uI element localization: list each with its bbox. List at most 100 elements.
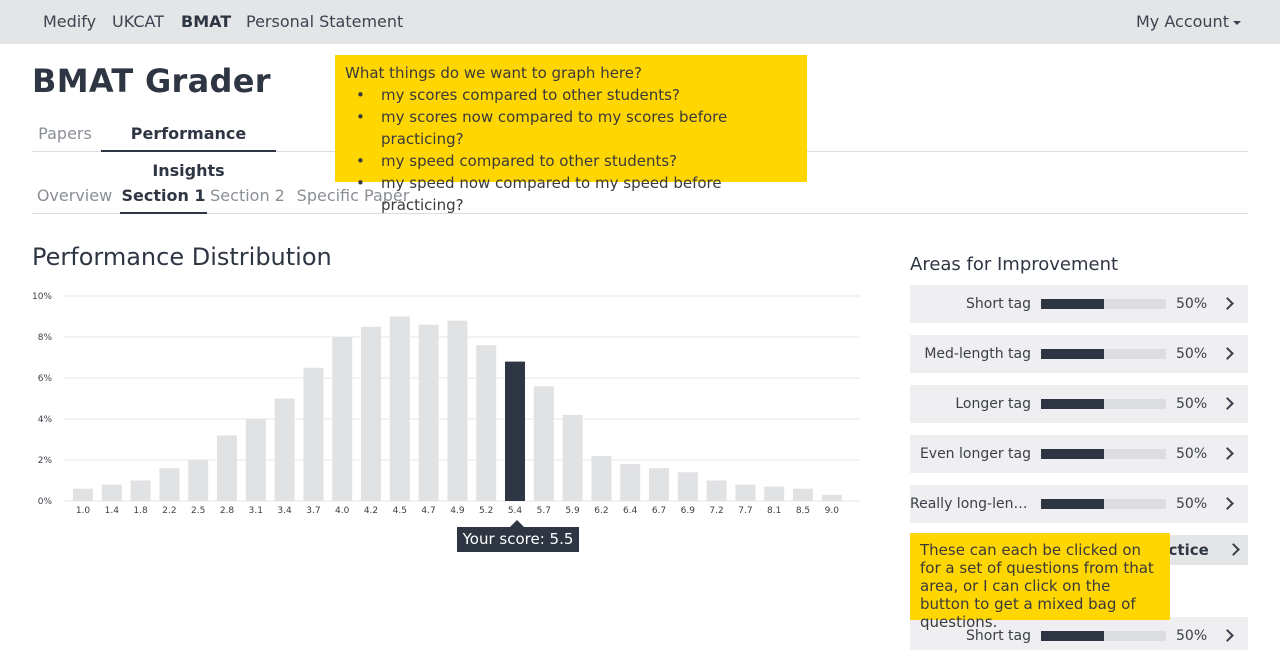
x-tick-label: 3.7: [306, 506, 320, 516]
area-label: Med-length tag: [924, 346, 1031, 362]
chevron-right-icon: [1221, 447, 1234, 460]
x-tick-label: 4.2: [364, 506, 378, 516]
x-tick-label: 4.5: [393, 506, 407, 516]
bar[interactable]: [735, 484, 756, 501]
bar[interactable]: [821, 494, 842, 501]
area-percent: 50%: [1176, 346, 1208, 362]
chevron-right-icon: [1221, 297, 1234, 310]
page-title: BMAT Grader: [32, 62, 271, 100]
bar[interactable]: [562, 414, 583, 501]
x-tick-label: 6.7: [652, 506, 666, 516]
nav-personal-statement[interactable]: Personal Statement: [246, 0, 403, 44]
area-progress-track: [1041, 449, 1166, 459]
area-percent: 50%: [1176, 496, 1208, 512]
chevron-right-icon: [1221, 347, 1234, 360]
area-item-really-long-tag[interactable]: Really long-length tag 50%: [910, 485, 1248, 523]
bar[interactable]: [476, 345, 497, 501]
bar[interactable]: [217, 435, 237, 501]
nav-ukcat[interactable]: UKCAT: [112, 0, 164, 44]
tab-section-2[interactable]: Section 2: [209, 177, 286, 214]
bar[interactable]: [706, 480, 727, 502]
tab-performance-insights[interactable]: Performance Insights: [101, 115, 276, 180]
area-percent: 50%: [1176, 628, 1208, 644]
x-tick-label: 8.1: [767, 506, 781, 516]
note-item: my speed now compared to my speed before…: [345, 172, 797, 216]
area-item-short-tag[interactable]: Short tag 50%: [910, 285, 1248, 323]
area-progress-track: [1041, 299, 1166, 309]
tab-section-1[interactable]: Section 1: [120, 177, 207, 214]
bar[interactable]: [533, 386, 554, 501]
x-tick-label: 1.4: [105, 506, 120, 516]
chevron-right-icon: [1221, 629, 1234, 642]
my-account-menu[interactable]: My Account: [1136, 0, 1241, 44]
bar[interactable]: [620, 464, 641, 501]
area-progress-fill: [1041, 399, 1104, 409]
area-progress-track: [1041, 399, 1166, 409]
area-progress-fill: [1041, 349, 1104, 359]
x-tick-label: 3.1: [249, 506, 263, 516]
tab-papers[interactable]: Papers: [32, 115, 98, 152]
area-progress-fill: [1041, 299, 1104, 309]
area-label: Short tag: [966, 296, 1031, 312]
performance-distribution-chart: 0% 2% 4% 6% 8% 10% 1.0 1.4 1.8 2.2 2.5 2.8 3.1 3.4 3.7…: [30, 286, 862, 522]
areas-for-improvement-title: Areas for Improvement: [910, 254, 1119, 275]
x-tick-label: 2.5: [191, 506, 205, 516]
bar[interactable]: [188, 460, 209, 501]
x-tick-label: 5.2: [479, 506, 493, 516]
bar[interactable]: [159, 468, 180, 501]
area-progress-fill: [1041, 499, 1104, 509]
top-navbar: Medify UKCAT BMAT Personal Statement My …: [0, 0, 1280, 44]
area-progress-fill: [1041, 449, 1104, 459]
x-tick-label: 1.8: [133, 506, 148, 516]
note-list: my scores compared to other students? my…: [345, 84, 797, 216]
bar[interactable]: [677, 472, 698, 501]
note-item: my scores now compared to my scores befo…: [345, 106, 797, 150]
x-tick-label: 6.4: [623, 506, 638, 516]
chevron-right-icon: [1227, 543, 1240, 556]
x-tick-label: 5.9: [565, 506, 580, 516]
bar[interactable]: [649, 468, 669, 501]
x-tick-label: 2.8: [220, 506, 235, 516]
bar[interactable]: [245, 419, 266, 501]
y-tick-label: 0%: [38, 497, 53, 507]
area-progress-track: [1041, 631, 1166, 641]
x-tick-label: 5.4: [508, 506, 523, 516]
bar[interactable]: [332, 337, 353, 501]
area-label: Longer tag: [955, 396, 1031, 412]
nav-medify[interactable]: Medify: [43, 0, 96, 44]
x-tick-label: 3.4: [277, 506, 292, 516]
area-progress-track: [1041, 349, 1166, 359]
area-item-longer-tag[interactable]: Longer tag 50%: [910, 385, 1248, 423]
area-percent: 50%: [1176, 396, 1208, 412]
area-label: Even longer tag: [919, 446, 1031, 462]
bar[interactable]: [764, 486, 785, 501]
y-tick-label: 4%: [38, 415, 53, 425]
x-tick-label: 7.2: [709, 506, 723, 516]
bar[interactable]: [591, 455, 612, 501]
bar[interactable]: [130, 480, 151, 502]
your-score-tooltip: Your score: 5.5: [457, 520, 579, 552]
nav-bmat[interactable]: BMAT: [181, 0, 231, 44]
bar-your-score[interactable]: [505, 361, 525, 501]
bar[interactable]: [447, 320, 468, 501]
area-item-even-longer-tag[interactable]: Even longer tag 50%: [910, 435, 1248, 473]
bar[interactable]: [274, 398, 295, 502]
note-item: my scores compared to other students?: [345, 84, 797, 106]
x-tick-label: 4.7: [421, 506, 435, 516]
bar[interactable]: [793, 488, 813, 501]
bar[interactable]: [418, 324, 439, 501]
graph-ideas-note: What things do we want to graph here? my…: [335, 55, 807, 214]
x-tick-label: 2.2: [162, 506, 176, 516]
bar[interactable]: [303, 367, 324, 501]
y-tick-label: 10%: [32, 292, 52, 302]
area-progress-fill: [1041, 631, 1104, 641]
bar[interactable]: [361, 326, 381, 501]
bar[interactable]: [101, 484, 122, 501]
y-tick-label: 6%: [38, 374, 53, 384]
area-item-med-length-tag[interactable]: Med-length tag 50%: [910, 335, 1248, 373]
tab-overview[interactable]: Overview: [32, 177, 117, 214]
bar[interactable]: [73, 488, 93, 501]
x-tick-label: 6.2: [594, 506, 608, 516]
bar[interactable]: [389, 316, 410, 502]
distribution-chart-svg: 0% 2% 4% 6% 8% 10% 1.0 1.4 1.8 2.2 2.5 2.8 3.1 3.4 3.7…: [32, 292, 860, 516]
